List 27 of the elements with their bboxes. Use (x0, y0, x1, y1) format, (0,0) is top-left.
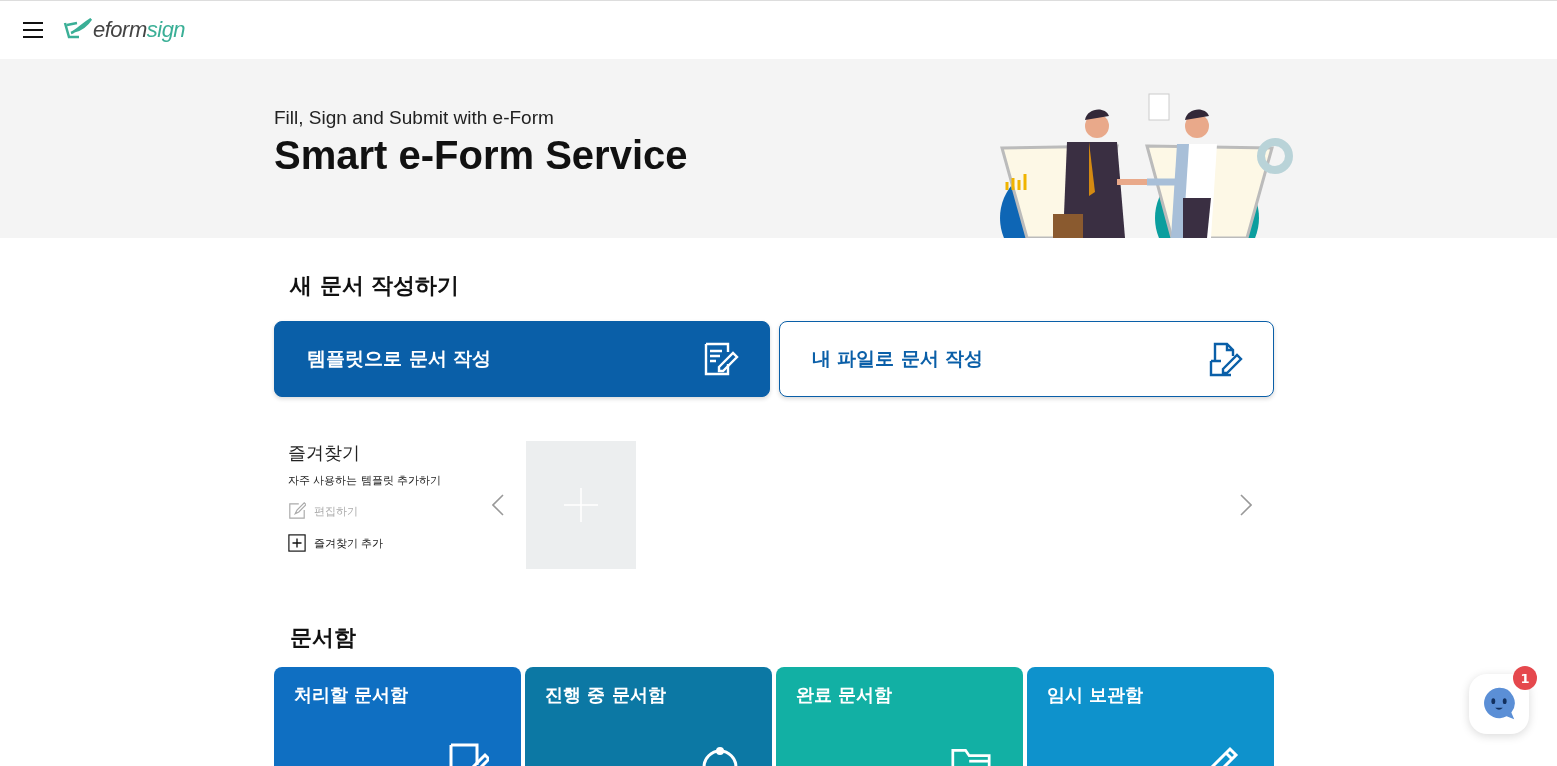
logo-text[interactable]: eformsign (93, 17, 186, 43)
document-box-label: 완료 문서함 (796, 684, 893, 705)
chevron-right-icon[interactable] (1240, 494, 1252, 516)
banner-title: Smart e-Form Service (274, 133, 688, 178)
document-box-label: 진행 중 문서함 (545, 684, 666, 705)
menu-icon[interactable] (23, 22, 43, 38)
file-edit-icon (1207, 341, 1243, 377)
document-box-label: 임시 보관함 (1047, 684, 1144, 705)
favorites-title: 즐겨찾기 (288, 441, 361, 465)
create-document-button[interactable]: 템플릿으로 문서 작성 (274, 321, 770, 397)
section-heading: 새 문서 작성하기 (290, 272, 461, 300)
section-heading: 문서함 (290, 624, 357, 652)
chat-button[interactable] (1469, 674, 1529, 734)
plus-box-icon (288, 534, 306, 552)
add-favorite-link[interactable]: 즐겨찾기 추가 (288, 534, 384, 552)
document-box-label: 처리할 문서함 (294, 684, 409, 705)
document-box-card[interactable]: 완료 문서함 (776, 667, 1023, 766)
banner-subtitle: Fill, Sign and Submit with e-Form (274, 107, 555, 129)
favorites-description: 자주 사용하는 템플릿 추가하기 (288, 473, 443, 488)
notification-badge: 1 (1513, 666, 1537, 690)
document-edit-icon (702, 341, 739, 377)
document-box-card[interactable]: 임시 보관함 (1027, 667, 1274, 766)
chevron-left-icon[interactable] (492, 494, 504, 516)
document-box-card[interactable]: 처리할 문서함 (274, 667, 521, 766)
edit-icon (288, 502, 306, 520)
create-document-button[interactable]: 내 파일로 문서 작성 (778, 321, 1274, 397)
document-box-card[interactable]: 진행 중 문서함 (525, 667, 772, 766)
